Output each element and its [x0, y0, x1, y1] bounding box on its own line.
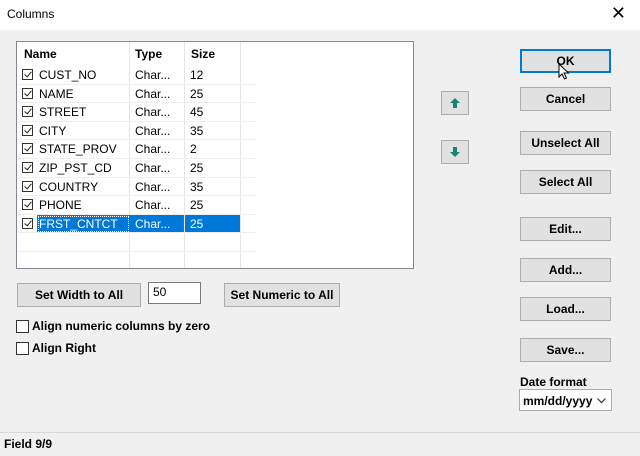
edit-button[interactable]: Edit...	[520, 217, 611, 241]
move-down-button[interactable]	[441, 140, 469, 164]
header-size[interactable]: Size	[191, 44, 215, 65]
cell-name: STATE_PROV	[39, 142, 117, 157]
title-bar: Columns ✕	[0, 0, 640, 30]
row-checkbox[interactable]	[22, 162, 33, 173]
header-name[interactable]: Name	[24, 44, 57, 65]
row-checkbox[interactable]	[22, 180, 33, 192]
cell-name: FRST_CNTCT	[37, 214, 130, 233]
status-text: Field 9/9	[4, 437, 53, 451]
close-icon[interactable]: ✕	[611, 4, 626, 22]
row-gridline	[18, 232, 256, 234]
columns-list[interactable]: Name Type Size CUST_NO Char... 12 NAME Char.…	[16, 41, 414, 269]
select-all-button[interactable]: Select All	[520, 170, 611, 194]
cell-name: COUNTRY	[39, 179, 99, 194]
row-checkbox[interactable]	[22, 106, 33, 118]
cell-size: 25	[190, 198, 204, 213]
move-up-button[interactable]	[441, 91, 469, 115]
row-checkbox[interactable]	[22, 199, 33, 211]
list-row[interactable]: NAME Char... 25	[18, 85, 413, 103]
align-zero-checkbox[interactable]	[16, 320, 29, 333]
add-button[interactable]: Add...	[520, 258, 611, 282]
cancel-button[interactable]: Cancel	[520, 87, 611, 111]
cell-type: Char...	[135, 161, 171, 175]
move-up-icon	[450, 98, 460, 108]
cell-size: 35	[190, 179, 204, 194]
align-zero-label: Align numeric columns by zero	[32, 319, 211, 333]
date-format-label: Date format	[520, 375, 587, 389]
row-checkbox[interactable]	[22, 87, 33, 99]
cell-name: STREET	[39, 105, 87, 120]
cell-type: Char...	[130, 214, 184, 233]
list-row[interactable]: ZIP_PST_CD Char... 25	[18, 159, 413, 177]
cell-name: CITY	[39, 123, 67, 138]
row-checkbox[interactable]	[22, 124, 33, 136]
align-right-checkbox[interactable]	[16, 342, 29, 355]
cell-type: Char...	[135, 105, 171, 120]
cell-name: ZIP_PST_CD	[39, 161, 112, 175]
set-width-button[interactable]: Set Width to All	[17, 283, 141, 307]
cell-name: CUST_NO	[39, 68, 97, 82]
set-numeric-button[interactable]: Set Numeric to All	[224, 283, 340, 307]
cell-name: PHONE	[39, 198, 82, 213]
row-checkbox[interactable]	[22, 217, 33, 229]
date-format-select[interactable]: mm/dd/yyyy	[519, 389, 612, 411]
row-checkbox[interactable]	[22, 69, 33, 80]
mouse-cursor-icon	[558, 63, 570, 80]
cell-name: NAME	[39, 86, 74, 101]
list-row[interactable]: COUNTRY Char... 35	[18, 178, 413, 196]
width-input[interactable]: 50	[148, 282, 201, 304]
list-row[interactable]: CITY Char... 35	[18, 122, 413, 140]
window-title: Columns	[7, 7, 55, 21]
status-bar: Field 9/9	[0, 432, 640, 456]
cell-size: 25	[190, 86, 204, 101]
cell-type: Char...	[135, 179, 171, 194]
cell-size: 25	[185, 214, 240, 233]
cell-type: Char...	[135, 198, 171, 213]
list-row[interactable]: STREET Char... 45	[18, 103, 413, 121]
move-down-icon	[450, 147, 460, 157]
row-checkbox[interactable]	[22, 143, 33, 155]
list-row[interactable]: CUST_NO Char... 12	[18, 66, 413, 84]
load-button[interactable]: Load...	[520, 297, 611, 321]
unselect-all-button[interactable]: Unselect All	[520, 131, 611, 155]
list-row[interactable]: STATE_PROV Char... 2	[18, 140, 413, 158]
cell-size: 2	[190, 142, 197, 157]
row-gridline	[18, 251, 256, 252]
header-type[interactable]: Type	[135, 44, 162, 65]
cell-type: Char...	[135, 142, 171, 157]
list-row[interactable]: FRST_CNTCT Char... 25	[18, 214, 413, 233]
date-format-value: mm/dd/yyyy	[523, 394, 593, 408]
cell-size: 35	[190, 123, 204, 138]
cell-size: 25	[190, 161, 204, 175]
save-button[interactable]: Save...	[520, 338, 611, 362]
cell-size: 45	[190, 105, 204, 120]
cell-type: Char...	[135, 123, 171, 138]
align-right-label: Align Right	[32, 341, 96, 355]
list-row[interactable]: PHONE Char... 25	[18, 196, 413, 214]
chevron-down-icon	[597, 398, 606, 404]
cell-size: 12	[190, 68, 204, 82]
cell-type: Char...	[135, 68, 171, 82]
cell-type: Char...	[135, 86, 171, 101]
